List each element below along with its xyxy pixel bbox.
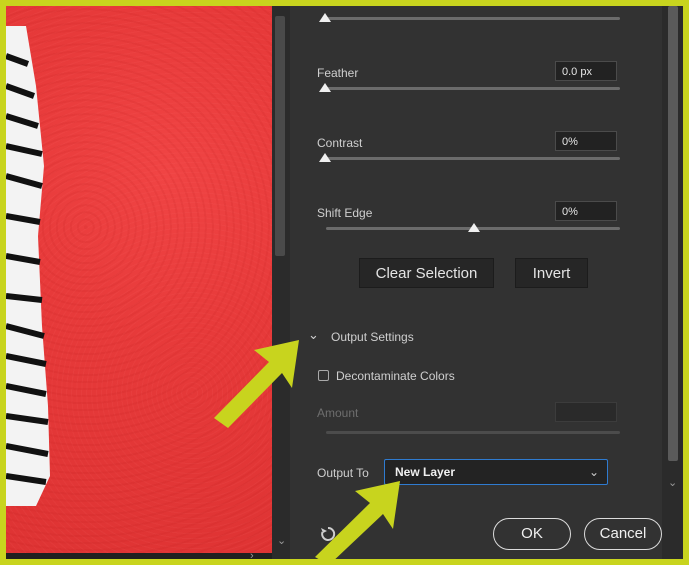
- contrast-value-field[interactable]: 0%: [555, 131, 617, 151]
- contrast-slider-track[interactable]: [326, 157, 620, 160]
- amount-value-field: [555, 402, 617, 422]
- highlight-arrow-icon: [214, 340, 299, 428]
- canvas-vertical-scrollbar[interactable]: ⌄: [272, 6, 290, 559]
- panel-vertical-scrollbar[interactable]: ⌄: [662, 6, 683, 559]
- decontaminate-colors-checkbox[interactable]: [318, 370, 329, 381]
- zebra-image: [6, 26, 50, 506]
- chevron-down-icon[interactable]: ⌄: [277, 534, 286, 547]
- caret-down-icon: ⌄: [588, 465, 599, 479]
- chevron-down-icon[interactable]: ⌄: [308, 327, 319, 343]
- canvas-horizontal-scrollbar[interactable]: ›: [6, 550, 272, 559]
- output-to-select[interactable]: New Layer ⌄: [384, 459, 608, 485]
- feather-slider-knob[interactable]: [319, 83, 331, 92]
- cancel-button[interactable]: Cancel: [584, 518, 662, 550]
- contrast-slider-knob[interactable]: [319, 153, 331, 162]
- feather-label: Feather: [317, 66, 359, 80]
- feather-slider-track[interactable]: [326, 87, 620, 90]
- shift-edge-label: Shift Edge: [317, 206, 373, 220]
- invert-button[interactable]: Invert: [515, 258, 588, 288]
- ok-button[interactable]: OK: [493, 518, 571, 550]
- output-settings-heading[interactable]: Output Settings: [331, 330, 414, 344]
- amount-slider-track: [326, 431, 620, 434]
- image-canvas[interactable]: [6, 6, 272, 559]
- chevron-right-icon[interactable]: ›: [250, 550, 254, 559]
- decontaminate-colors-label[interactable]: Decontaminate Colors: [336, 369, 455, 383]
- radius-slider-track[interactable]: [326, 17, 620, 20]
- shift-edge-value-field[interactable]: 0%: [555, 201, 617, 221]
- feather-value-field[interactable]: 0.0 px: [555, 61, 617, 81]
- panel-scroll-thumb[interactable]: [668, 6, 678, 461]
- radius-slider-knob[interactable]: [319, 13, 331, 22]
- highlight-arrow-icon: [315, 481, 400, 565]
- contrast-label: Contrast: [317, 136, 363, 150]
- shift-edge-slider-knob[interactable]: [468, 223, 480, 232]
- canvas-scroll-thumb[interactable]: [275, 16, 285, 256]
- clear-selection-button[interactable]: Clear Selection: [359, 258, 494, 288]
- amount-label: Amount: [317, 406, 359, 420]
- chevron-down-icon[interactable]: ⌄: [668, 476, 677, 489]
